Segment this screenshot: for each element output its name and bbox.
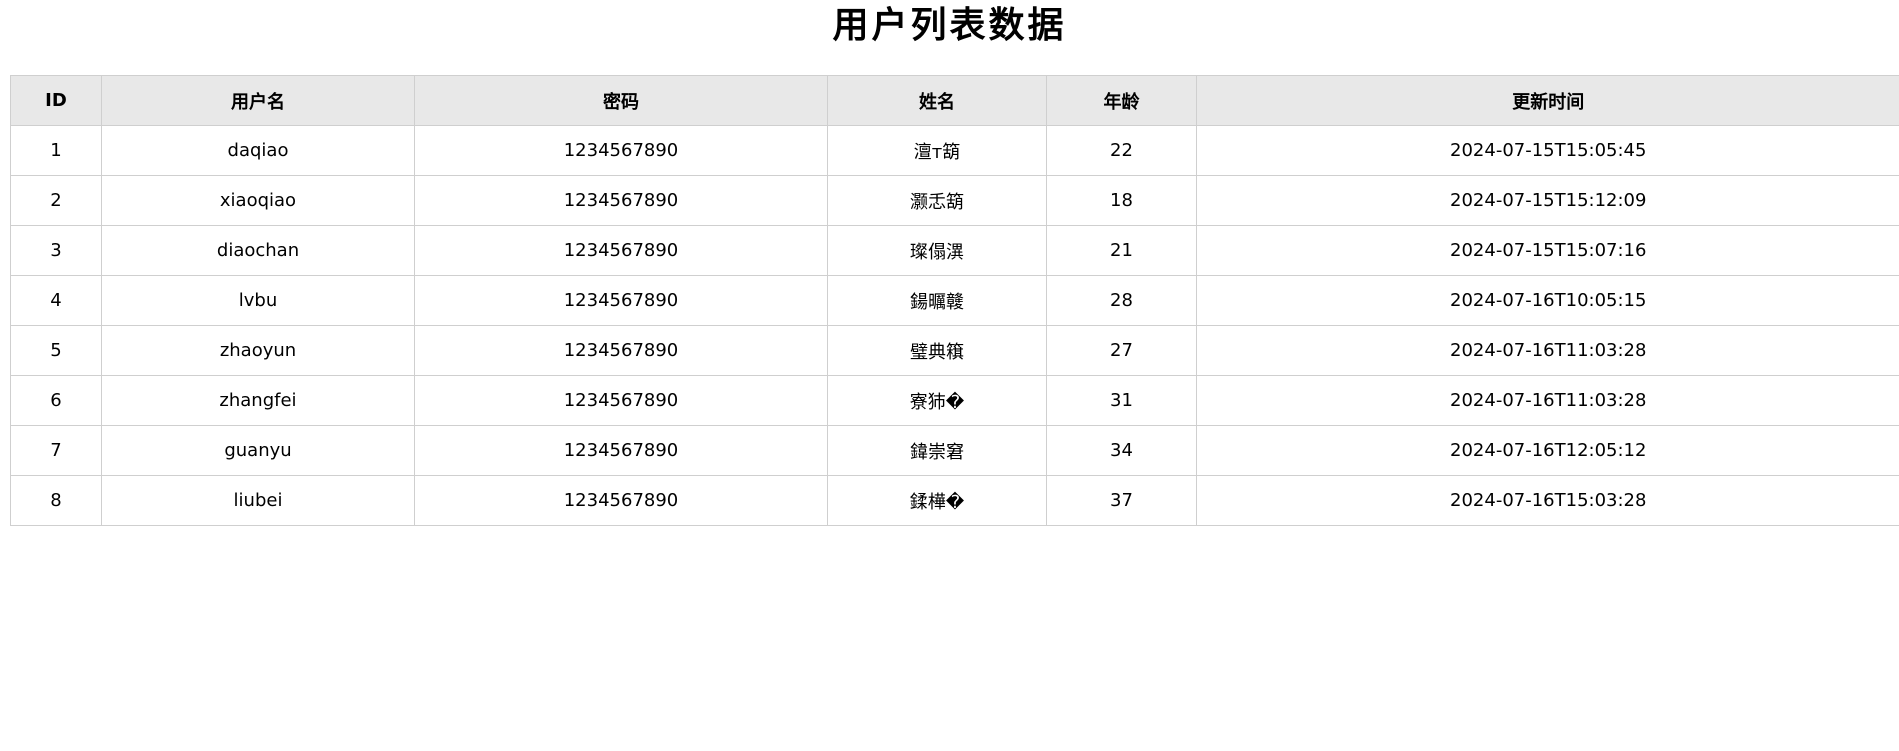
- cell-username: diaochan: [101, 225, 415, 276]
- cell-password: 1234567890: [414, 275, 828, 326]
- cell-password: 1234567890: [414, 375, 828, 426]
- cell-username: daqiao: [101, 125, 415, 176]
- cell-age: 27: [1046, 325, 1197, 376]
- cell-name: 鍏崇窘: [827, 425, 1047, 476]
- cell-id: 1: [10, 125, 102, 176]
- cell-password: 1234567890: [414, 175, 828, 226]
- table-header-row: ID 用户名 密码 姓名 年龄 更新时间: [10, 75, 1899, 126]
- cell-age: 22: [1046, 125, 1197, 176]
- column-header-updated-time: 更新时间: [1196, 75, 1899, 126]
- table-row: 4 lvbu 1234567890 鍚曞竷 28 2024-07-16T10:0…: [10, 275, 1899, 326]
- cell-age: 21: [1046, 225, 1197, 276]
- column-header-name: 姓名: [827, 75, 1047, 126]
- cell-age: 37: [1046, 475, 1197, 526]
- cell-updated-time: 2024-07-16T15:03:28: [1196, 475, 1899, 526]
- cell-password: 1234567890: [414, 475, 828, 526]
- cell-name: 璨傝潩: [827, 225, 1047, 276]
- table-row: 7 guanyu 1234567890 鍏崇窘 34 2024-07-16T12…: [10, 425, 1899, 476]
- cell-updated-time: 2024-07-16T12:05:12: [1196, 425, 1899, 476]
- column-header-id: ID: [10, 75, 102, 126]
- cell-age: 34: [1046, 425, 1197, 476]
- cell-id: 6: [10, 375, 102, 426]
- table-row: 2 xiaoqiao 1234567890 灏忎箶 18 2024-07-15T…: [10, 175, 1899, 226]
- cell-id: 5: [10, 325, 102, 376]
- cell-updated-time: 2024-07-16T10:05:15: [1196, 275, 1899, 326]
- column-header-password: 密码: [414, 75, 828, 126]
- cell-name: 寮犻�: [827, 375, 1047, 426]
- user-table: ID 用户名 密码 姓名 年龄 更新时间 1 daqiao 1234567890…: [10, 75, 1899, 526]
- cell-updated-time: 2024-07-15T15:12:09: [1196, 175, 1899, 226]
- cell-updated-time: 2024-07-16T11:03:28: [1196, 325, 1899, 376]
- column-header-username: 用户名: [101, 75, 415, 126]
- cell-age: 18: [1046, 175, 1197, 226]
- cell-id: 7: [10, 425, 102, 476]
- cell-name: 澶т箶: [827, 125, 1047, 176]
- cell-username: liubei: [101, 475, 415, 526]
- cell-name: 鍒樺�: [827, 475, 1047, 526]
- cell-username: lvbu: [101, 275, 415, 326]
- table-row: 3 diaochan 1234567890 璨傝潩 21 2024-07-15T…: [10, 225, 1899, 276]
- cell-age: 31: [1046, 375, 1197, 426]
- table-row: 5 zhaoyun 1234567890 璧典簯 27 2024-07-16T1…: [10, 325, 1899, 376]
- cell-age: 28: [1046, 275, 1197, 326]
- cell-id: 3: [10, 225, 102, 276]
- table-row: 1 daqiao 1234567890 澶т箶 22 2024-07-15T15…: [10, 125, 1899, 176]
- cell-updated-time: 2024-07-16T11:03:28: [1196, 375, 1899, 426]
- cell-password: 1234567890: [414, 425, 828, 476]
- column-header-age: 年龄: [1046, 75, 1197, 126]
- cell-username: xiaoqiao: [101, 175, 415, 226]
- cell-username: zhaoyun: [101, 325, 415, 376]
- table-row: 8 liubei 1234567890 鍒樺� 37 2024-07-16T15…: [10, 475, 1899, 526]
- cell-password: 1234567890: [414, 125, 828, 176]
- cell-id: 4: [10, 275, 102, 326]
- cell-name: 璧典簯: [827, 325, 1047, 376]
- page-title: 用户列表数据: [832, 4, 1067, 46]
- cell-username: guanyu: [101, 425, 415, 476]
- cell-id: 2: [10, 175, 102, 226]
- cell-name: 灏忎箶: [827, 175, 1047, 226]
- cell-updated-time: 2024-07-15T15:05:45: [1196, 125, 1899, 176]
- cell-updated-time: 2024-07-15T15:07:16: [1196, 225, 1899, 276]
- cell-username: zhangfei: [101, 375, 415, 426]
- table-row: 6 zhangfei 1234567890 寮犻� 31 2024-07-16T…: [10, 375, 1899, 426]
- cell-password: 1234567890: [414, 325, 828, 376]
- cell-password: 1234567890: [414, 225, 828, 276]
- cell-id: 8: [10, 475, 102, 526]
- cell-name: 鍚曞竷: [827, 275, 1047, 326]
- page: 用户列表数据 ID 用户名 密码 姓名 年龄 更新时间 1 daqiao 123…: [0, 0, 1899, 751]
